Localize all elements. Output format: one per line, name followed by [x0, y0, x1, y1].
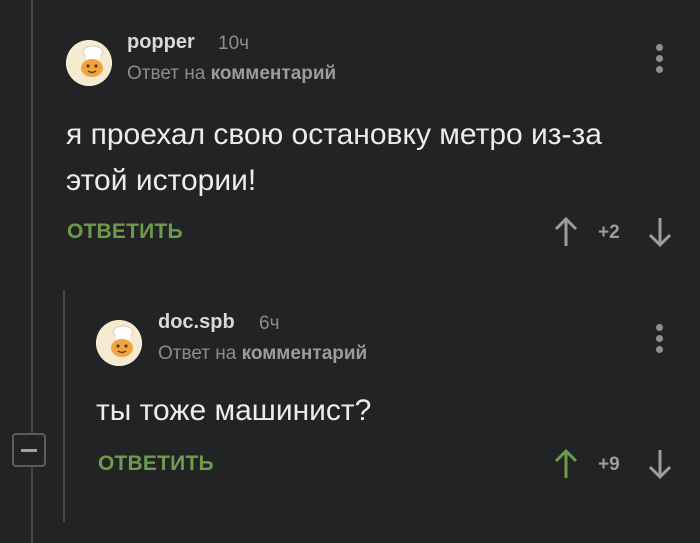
reply-button[interactable]: ОТВЕТИТЬ	[98, 452, 214, 476]
reply-to-link[interactable]: комментарий	[242, 343, 368, 364]
avatar[interactable]	[96, 320, 142, 366]
more-vertical-icon[interactable]	[654, 44, 664, 74]
arrow-down-icon[interactable]	[645, 447, 675, 481]
reply-to-line: Ответ на комментарий	[158, 343, 367, 365]
reply-to-prefix: Ответ на	[127, 63, 206, 84]
arrow-down-icon[interactable]	[645, 215, 675, 249]
reply-button[interactable]: ОТВЕТИТЬ	[67, 220, 183, 244]
comment-text: ты тоже машинист?	[96, 394, 372, 427]
vote-score: +2	[598, 222, 620, 243]
collapse-thread-button[interactable]	[12, 433, 46, 467]
more-vertical-icon[interactable]	[654, 324, 664, 354]
arrow-up-icon[interactable]	[551, 447, 581, 481]
reply-to-prefix: Ответ на	[158, 343, 237, 364]
chef-avatar-icon	[96, 320, 142, 366]
chef-avatar-icon	[66, 40, 112, 86]
comment-text: я проехал свою остановку метро из-за это…	[66, 118, 602, 197]
vote-score: +9	[598, 454, 620, 475]
arrow-up-icon[interactable]	[551, 215, 581, 249]
minus-icon	[21, 448, 37, 452]
comment-time: 10ч	[218, 33, 250, 54]
comment-time: 6ч	[259, 313, 280, 334]
reply-to-link[interactable]: комментарий	[211, 63, 337, 84]
avatar[interactable]	[66, 40, 112, 86]
comment-author[interactable]: popper	[127, 31, 195, 54]
reply-to-line: Ответ на комментарий	[127, 63, 336, 85]
comment-author[interactable]: doc.spb	[158, 311, 235, 334]
thread-line-inner	[63, 290, 65, 522]
